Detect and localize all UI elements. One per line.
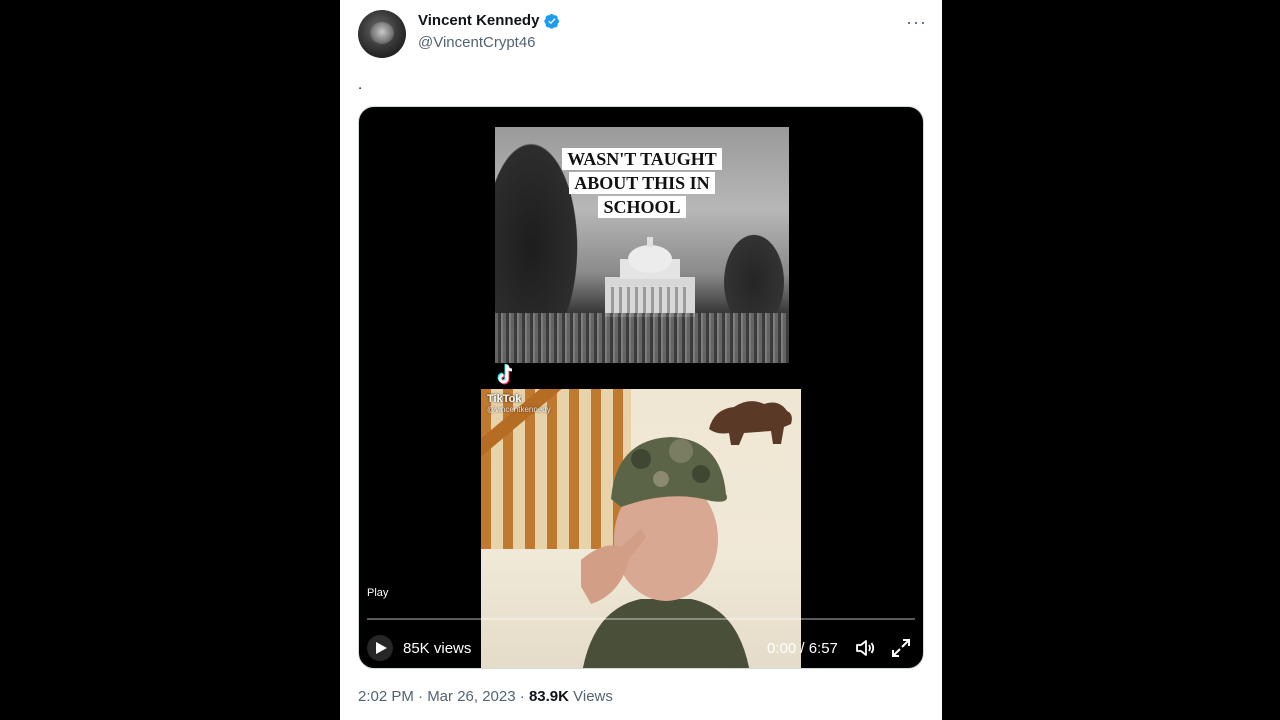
fullscreen-icon[interactable]: [891, 638, 911, 658]
volume-icon[interactable]: [855, 638, 877, 658]
play-button[interactable]: [367, 635, 393, 661]
play-tooltip: Play: [367, 587, 389, 599]
video-time: 0:00 / 6:57: [767, 640, 838, 657]
video-caption: WASN'T TAUGHT ABOUT THIS IN SCHOOL: [545, 147, 739, 219]
video-frame-top: WASN'T TAUGHT ABOUT THIS IN SCHOOL: [495, 127, 789, 363]
video-views: 85K views: [403, 640, 472, 657]
author-handle[interactable]: @VincentCrypt46: [418, 34, 536, 51]
tiktok-logo-icon: [497, 364, 513, 385]
more-options-icon[interactable]: ···: [906, 12, 927, 33]
tweet-timestamp[interactable]: 2:02 PM · Mar 26, 2023: [358, 688, 516, 705]
tiktok-username: @vincentkennedy: [487, 405, 551, 414]
video-player[interactable]: WASN'T TAUGHT ABOUT THIS IN SCHOOL TikTo…: [358, 106, 924, 669]
tweet-meta: 2:02 PM · Mar 26, 2023 · 83.9K Views: [358, 688, 613, 705]
verified-badge-icon: [544, 13, 560, 29]
tweet-text: .: [358, 76, 363, 93]
author-name[interactable]: Vincent Kennedy: [418, 12, 539, 29]
capitol-building-image: [605, 237, 695, 317]
tweet-views-label: Views: [573, 688, 613, 705]
progress-bar[interactable]: [367, 618, 915, 620]
crowd-image: [495, 313, 789, 363]
tweet-views-count: 83.9K: [528, 688, 569, 705]
tiktok-watermark: TikTok: [487, 393, 522, 405]
meta-separator: ·: [519, 688, 525, 705]
tweet-card: Vincent Kennedy @VincentCrypt46 ··· . WA…: [340, 0, 942, 720]
play-icon: [376, 642, 387, 654]
author-row: Vincent Kennedy: [418, 12, 560, 29]
avatar[interactable]: [358, 10, 406, 58]
video-controls: 85K views 0:00 / 6:57: [359, 627, 923, 668]
